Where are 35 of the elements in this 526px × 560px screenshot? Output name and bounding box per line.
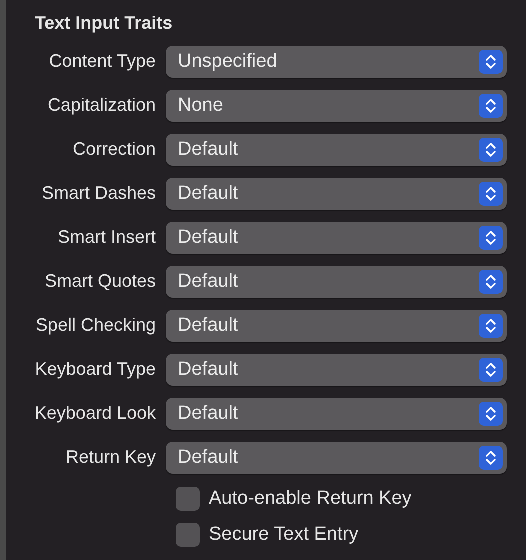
field-label: Smart Insert	[56, 227, 157, 248]
field-label: Keyboard Type	[34, 359, 157, 380]
field-label: Smart Dashes	[40, 183, 157, 204]
popup-button[interactable]: None	[166, 90, 507, 122]
stepper-icon	[479, 358, 503, 382]
popup-button[interactable]: Unspecified	[166, 46, 507, 78]
field-label: Correction	[72, 139, 157, 160]
field-label: Smart Quotes	[44, 271, 157, 292]
checkbox[interactable]	[176, 487, 200, 511]
field-label: Keyboard Look	[34, 403, 157, 424]
field-label: Return Key	[64, 447, 157, 468]
stepper-icon	[479, 94, 503, 118]
field-label: Capitalization	[46, 95, 157, 116]
stepper-icon	[479, 270, 503, 294]
popup-button[interactable]: Default	[166, 178, 507, 210]
popup-button[interactable]: Default	[166, 354, 507, 386]
checkbox-label: Auto-enable Return Key	[209, 488, 412, 510]
stepper-icon	[479, 182, 503, 206]
field-label: Spell Checking	[34, 315, 157, 336]
popup-button[interactable]: Default	[166, 266, 507, 298]
popup-button[interactable]: Default	[166, 398, 507, 430]
checkbox[interactable]	[176, 523, 200, 547]
popup-button[interactable]: Default	[166, 222, 507, 254]
popup-button[interactable]: Default	[166, 310, 507, 342]
stepper-icon	[479, 50, 503, 74]
popup-button[interactable]: Default	[166, 134, 507, 166]
stepper-icon	[479, 226, 503, 250]
field-label: Content Type	[48, 51, 157, 72]
stepper-icon	[479, 314, 503, 338]
stepper-icon	[479, 402, 503, 426]
stepper-icon	[479, 446, 503, 470]
stepper-icon	[479, 138, 503, 162]
popup-button[interactable]: Default	[166, 442, 507, 474]
section-title: Text Input Traits	[35, 12, 174, 35]
checkbox-label: Secure Text Entry	[209, 524, 359, 546]
